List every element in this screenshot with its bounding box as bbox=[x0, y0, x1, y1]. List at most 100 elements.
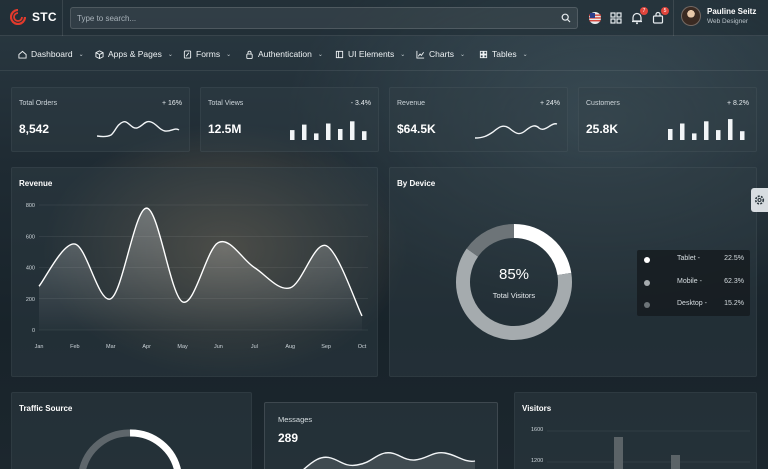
revenue-area bbox=[39, 208, 362, 330]
chevron-down-icon: ⌄ bbox=[460, 51, 466, 58]
logo[interactable]: STC bbox=[10, 9, 57, 25]
user-menu[interactable]: Pauline Seitz Web Designer bbox=[681, 6, 756, 26]
nav-ui-elements[interactable]: UI Elements ⌄ bbox=[335, 49, 405, 59]
stat-change: - 3.4% bbox=[350, 100, 371, 107]
settings-toggle[interactable] bbox=[751, 188, 768, 212]
stat-card-revenue: Revenue + 24% $64.5K bbox=[389, 87, 568, 152]
legend-value: 15.2% bbox=[724, 300, 744, 307]
nav-charts[interactable]: Charts ⌄ bbox=[416, 49, 465, 59]
mini-bar-chart bbox=[668, 119, 745, 140]
spark-bar bbox=[302, 124, 307, 140]
gear-icon bbox=[754, 195, 765, 205]
nav-label: Tables bbox=[492, 49, 517, 59]
spark-bar bbox=[692, 133, 697, 140]
nav-tables[interactable]: Tables ⌄ bbox=[479, 49, 528, 59]
flag-icon[interactable] bbox=[588, 11, 602, 25]
x-tick-label: Jun bbox=[214, 344, 223, 350]
search-input[interactable] bbox=[71, 8, 577, 29]
spark-bar bbox=[680, 123, 685, 140]
divider bbox=[673, 0, 674, 36]
device-legend: Tablet - 22.5% Mobile - 62.3% Desktop - … bbox=[637, 250, 750, 316]
grid-icon[interactable] bbox=[609, 11, 623, 25]
x-tick-label: Mar bbox=[106, 344, 116, 350]
x-tick-label: Oct bbox=[358, 344, 367, 350]
cube-icon bbox=[95, 49, 104, 59]
nav-forms[interactable]: Forms ⌄ bbox=[183, 49, 231, 59]
search-box[interactable] bbox=[70, 7, 578, 29]
donut-center-label: Total Visitors bbox=[492, 291, 536, 300]
spark-bar bbox=[740, 131, 745, 140]
stat-title: Total Orders bbox=[19, 100, 58, 107]
sparkline-chart bbox=[475, 123, 558, 139]
table-icon bbox=[479, 50, 488, 58]
chevron-down-icon: ⌄ bbox=[400, 51, 406, 58]
main-navigation: Dashboard ⌄ Apps & Pages ⌄ Forms ⌄ Authenti… bbox=[0, 37, 768, 71]
nav-label: Forms bbox=[196, 49, 221, 59]
stat-value: 12.5M bbox=[208, 122, 242, 136]
legend-label: Desktop - bbox=[677, 300, 707, 307]
stat-value: $64.5K bbox=[397, 122, 436, 136]
stat-change: + 16% bbox=[161, 100, 182, 107]
x-tick-label: Sep bbox=[321, 344, 331, 350]
chevron-down-icon: ⌄ bbox=[78, 51, 84, 58]
app-name: STC bbox=[32, 10, 57, 24]
stat-card-total-orders: Total Orders + 16% 8,542 bbox=[11, 87, 190, 152]
legend-dot bbox=[644, 280, 650, 286]
y-tick-label: 400 bbox=[26, 266, 35, 272]
legend-value: 22.5% bbox=[724, 255, 744, 262]
logo-icon bbox=[10, 9, 26, 25]
sparkline-chart bbox=[97, 120, 180, 138]
nav-label: Charts bbox=[429, 49, 455, 59]
spark-bar bbox=[314, 133, 319, 140]
y-tick-label: 600 bbox=[26, 234, 35, 240]
messages-card: Messages 289 bbox=[264, 402, 498, 469]
legend-label: Mobile - bbox=[677, 278, 702, 285]
nav-authentication[interactable]: Authentication ⌄ bbox=[245, 49, 323, 59]
y-tick-label: 800 bbox=[26, 203, 35, 209]
stat-card-total-views: Total Views - 3.4% 12.5M bbox=[200, 87, 379, 152]
lock-icon bbox=[246, 50, 253, 59]
nav-dashboard[interactable]: Dashboard ⌄ bbox=[18, 49, 84, 59]
y-tick-label: 200 bbox=[26, 297, 35, 303]
nav-label: Dashboard bbox=[31, 49, 73, 59]
form-icon bbox=[183, 49, 192, 59]
visitors-bar-chart[interactable] bbox=[515, 393, 758, 469]
y-tick-label: 0 bbox=[32, 328, 35, 334]
avatar[interactable] bbox=[681, 6, 701, 26]
traffic-source-card: Traffic Source bbox=[11, 392, 252, 469]
x-tick-label: May bbox=[177, 344, 188, 350]
revenue-card: Revenue 0 200 400 600 800 Jan Feb Mar Apr May Jun J… bbox=[11, 167, 378, 377]
chevron-down-icon: ⌄ bbox=[317, 51, 323, 58]
visitors-card: Visitors 1600 1200 bbox=[514, 392, 757, 469]
legend-value: 62.3% bbox=[724, 278, 744, 285]
cart-badge: 5 bbox=[661, 7, 669, 15]
spark-bar bbox=[290, 130, 295, 140]
stat-title: Revenue bbox=[397, 100, 426, 107]
notifications-button[interactable]: 7 bbox=[630, 7, 648, 25]
legend-item-tablet: Tablet - 22.5% bbox=[644, 255, 744, 265]
nav-label: Authentication bbox=[258, 49, 312, 59]
x-tick-label: Jul bbox=[251, 344, 258, 350]
user-name: Pauline Seitz bbox=[707, 7, 757, 16]
notification-badge: 7 bbox=[640, 7, 648, 15]
spark-bar bbox=[362, 131, 367, 140]
stat-value: 8,542 bbox=[19, 122, 50, 136]
stat-title: Customers bbox=[586, 100, 620, 107]
spark-bar bbox=[716, 130, 721, 140]
x-tick-label: Jan bbox=[35, 344, 44, 350]
nav-apps-pages[interactable]: Apps & Pages ⌄ bbox=[95, 49, 173, 59]
messages-sparkline bbox=[303, 451, 476, 469]
donut-center-value: 85% bbox=[498, 266, 530, 283]
search-icon[interactable] bbox=[561, 13, 571, 23]
traffic-donut-chart[interactable] bbox=[12, 393, 253, 469]
stat-change: + 24% bbox=[539, 100, 560, 107]
x-tick-label: Apr bbox=[142, 344, 151, 350]
bar bbox=[671, 455, 680, 469]
spark-bar bbox=[704, 121, 709, 140]
spark-bar bbox=[728, 119, 733, 140]
donut-slice-desktop bbox=[466, 224, 515, 257]
revenue-chart[interactable]: 0 200 400 600 800 Jan Feb Mar Apr May Jun Jul Aug Sep… bbox=[12, 168, 379, 378]
legend-item-desktop: Desktop - 15.2% bbox=[644, 300, 744, 310]
spark-bar bbox=[326, 123, 331, 140]
cart-button[interactable]: 5 bbox=[651, 7, 669, 25]
